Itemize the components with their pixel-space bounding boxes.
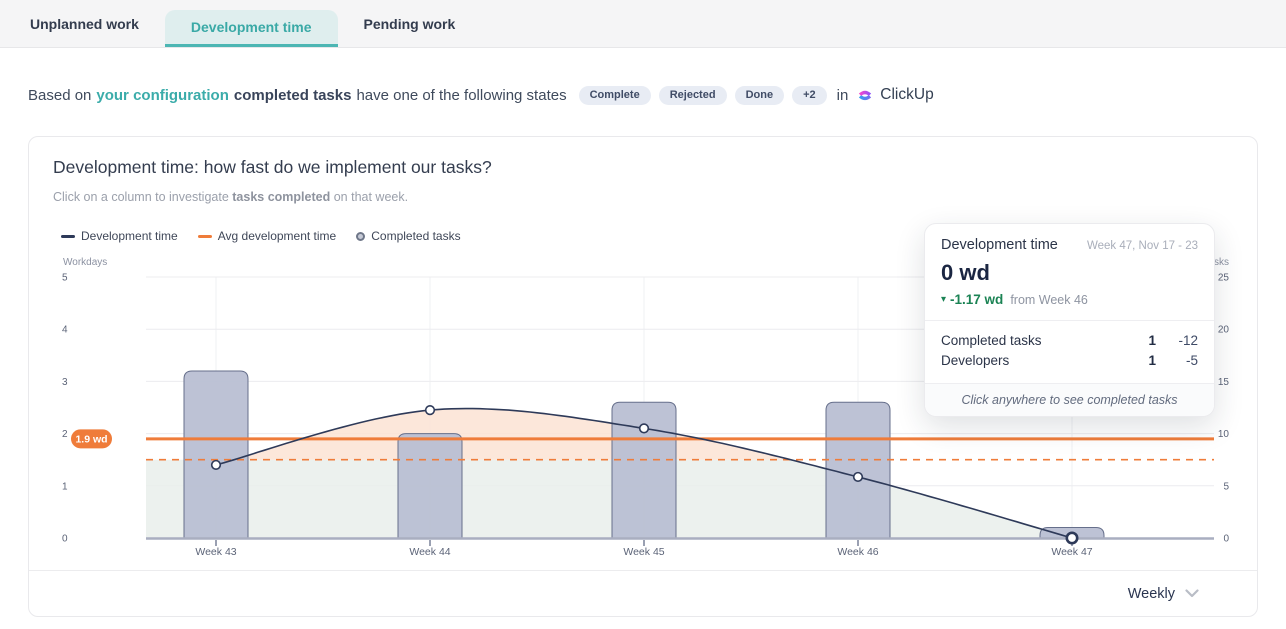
axis-text: 0 <box>1223 534 1229 545</box>
axis-text: 0 <box>62 534 68 545</box>
axis-text: 1.9 wd <box>75 433 107 445</box>
tooltip-delta: ▾ -1.17 wd from Week 46 <box>925 286 1214 321</box>
state-badges: Complete Rejected Done +2 <box>579 86 827 105</box>
chart-legend: Development time Avg development time Co… <box>61 229 461 243</box>
chart-subtitle: Click on a column to investigate tasks c… <box>53 190 408 204</box>
tooltip-row-developers: Developers 1 -5 <box>941 351 1198 371</box>
area-above-reference <box>239 409 786 460</box>
legend-avg-development-time: Avg development time <box>198 229 337 243</box>
tooltip-delta-value: -1.17 wd <box>950 292 1003 307</box>
axis-text: 1 <box>62 481 68 492</box>
state-badge-done: Done <box>735 86 785 105</box>
axis-text: 5 <box>1223 481 1229 492</box>
axis-text: Week 46 <box>837 546 878 558</box>
legend-completed-tasks: Completed tasks <box>356 229 460 243</box>
point-week-44[interactable] <box>426 406 435 415</box>
desc-middle: have one of the following states <box>356 87 566 104</box>
axis-text: 25 <box>1218 273 1230 284</box>
tooltip-footer-hint: Click anywhere to see completed tasks <box>925 383 1214 416</box>
state-badge-rejected: Rejected <box>659 86 727 105</box>
tab-pending-work[interactable]: Pending work <box>338 0 482 47</box>
state-badge-more[interactable]: +2 <box>792 86 827 105</box>
bar-week-44[interactable] <box>398 434 462 538</box>
axis-text: Week 47 <box>1051 546 1092 558</box>
bar-week-45[interactable] <box>612 402 676 538</box>
tooltip-row-completed-tasks: Completed tasks 1 -12 <box>941 331 1198 351</box>
frequency-value[interactable]: Weekly <box>1128 586 1175 602</box>
chevron-down-icon <box>1185 589 1199 598</box>
dashboard-page: Unplanned work Development time Pending … <box>0 0 1286 629</box>
desc-prefix: Based on <box>28 87 91 104</box>
tooltip-period: Week 47, Nov 17 - 23 <box>1087 240 1198 252</box>
tab-unplanned-work[interactable]: Unplanned work <box>4 0 165 47</box>
axis-text: 4 <box>62 325 68 336</box>
configuration-link[interactable]: your configuration <box>96 87 229 104</box>
axis-text: Workdays <box>63 257 107 268</box>
tooltip-value: 0 wd <box>925 253 1214 286</box>
clickup-logo-icon <box>856 86 874 104</box>
config-description: Based on your configuration completed ta… <box>28 82 1268 108</box>
orange-line-swatch-icon <box>198 235 212 238</box>
frequency-selector[interactable]: Weekly <box>29 570 1257 616</box>
dot-swatch-icon <box>356 232 365 241</box>
axis-text: 20 <box>1218 325 1230 336</box>
point-week-46[interactable] <box>854 473 863 482</box>
axis-text: Week 44 <box>409 546 450 558</box>
triangle-down-icon: ▾ <box>941 294 946 305</box>
state-badge-complete: Complete <box>579 86 651 105</box>
axis-text: 10 <box>1218 429 1230 440</box>
axis-text: Week 43 <box>195 546 236 558</box>
axis-text: 3 <box>62 377 68 388</box>
tooltip-title: Development time <box>941 237 1058 253</box>
chart-tooltip: Development time Week 47, Nov 17 - 23 0 … <box>924 223 1215 417</box>
axis-text: 15 <box>1218 377 1230 388</box>
desc-connector: in <box>837 87 849 104</box>
legend-development-time: Development time <box>61 229 178 243</box>
bar-week-43[interactable] <box>184 371 248 538</box>
point-week-45[interactable] <box>640 424 649 433</box>
axis-text: 2 <box>62 429 68 440</box>
desc-bold: completed tasks <box>234 87 352 104</box>
clickup-label: ClickUp <box>880 86 933 104</box>
bar-week-46[interactable] <box>826 402 890 538</box>
point-week-47[interactable] <box>1067 533 1077 543</box>
tab-bar: Unplanned work Development time Pending … <box>0 0 1286 48</box>
axis-text: 5 <box>62 273 68 284</box>
navy-line-swatch-icon <box>61 235 75 238</box>
chart-title: Development time: how fast do we impleme… <box>53 157 492 178</box>
area-below-reference <box>146 459 1072 538</box>
point-week-43[interactable] <box>212 461 221 470</box>
axis-text: Week 45 <box>623 546 664 558</box>
tab-development-time[interactable]: Development time <box>165 10 338 47</box>
tooltip-delta-suffix: from Week 46 <box>1010 293 1088 307</box>
